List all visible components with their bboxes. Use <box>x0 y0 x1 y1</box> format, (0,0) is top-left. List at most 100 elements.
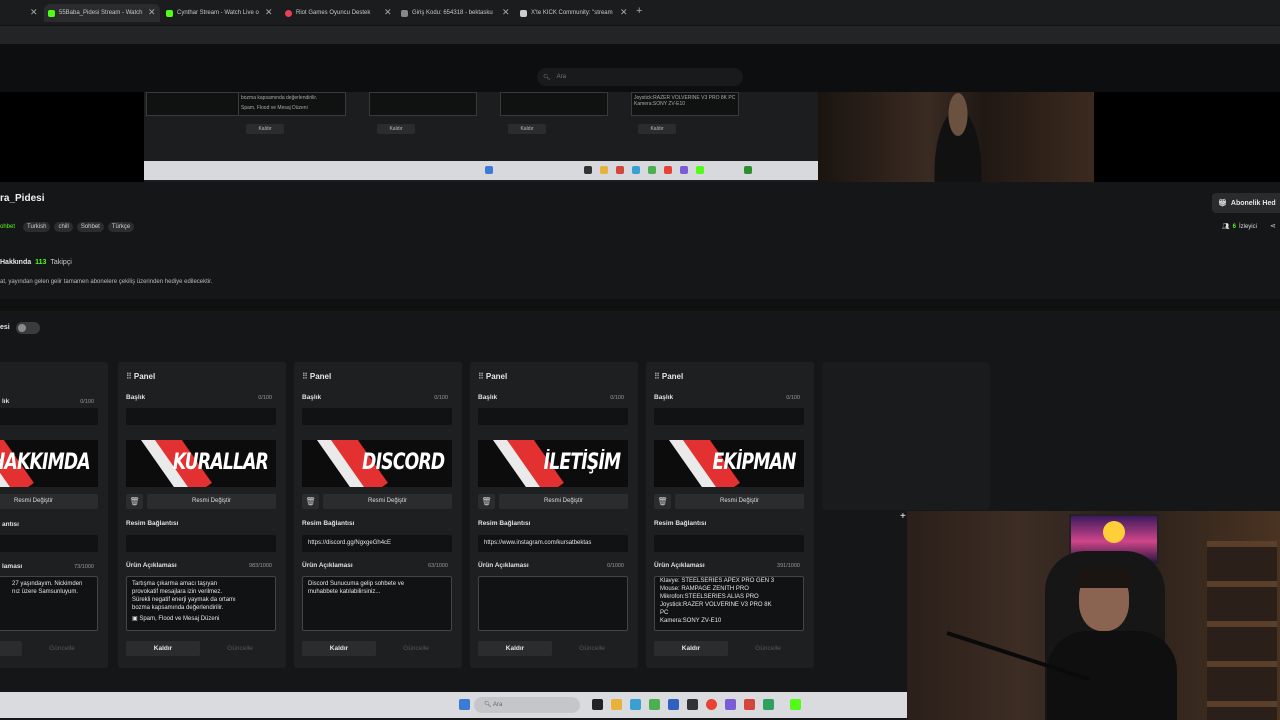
title-input[interactable] <box>654 408 804 425</box>
tag[interactable]: chill <box>54 222 73 232</box>
windows-start-icon[interactable] <box>459 699 470 710</box>
task-view-icon[interactable] <box>592 699 603 710</box>
close-tab-icon[interactable]: ✕ <box>620 7 628 18</box>
kick-icon[interactable] <box>790 699 801 710</box>
description-count: 983/1000 <box>249 563 272 569</box>
app-icon[interactable] <box>744 699 755 710</box>
close-tab-icon[interactable]: ✕ <box>265 7 273 18</box>
close-tab-icon[interactable]: ✕ <box>384 7 392 18</box>
share-icon[interactable]: ⋖ <box>1270 222 1276 230</box>
description-line: provokatif mesajlara izin verilmez. <box>132 589 223 595</box>
browser-tab-3[interactable]: Riot Games Oyuncu Destek <box>281 4 391 22</box>
trash-icon[interactable]: 🗑︎ <box>302 494 319 509</box>
image-link-input[interactable] <box>654 535 804 552</box>
change-image-button[interactable]: Resmi Değiştir <box>0 494 98 509</box>
browser-tab-2[interactable]: Cynthar Stream - Watch Live o <box>162 4 274 22</box>
taskbar-search-input[interactable]: 🔍︎ Ara <box>474 697 580 713</box>
captured-panel <box>500 92 608 116</box>
tag[interactable]: Türkçe <box>107 222 135 232</box>
drag-handle-icon[interactable]: ⠿ <box>302 372 308 381</box>
drag-handle-icon[interactable]: ⠿ <box>654 372 660 381</box>
channel-name[interactable]: ra_Pidesi <box>0 193 44 204</box>
description-textarea[interactable]: Discord Sunucuma gelip sohbete ve muhabb… <box>302 576 452 631</box>
image-link-label: antısı <box>2 521 19 528</box>
update-button[interactable]: Güncelle <box>26 641 98 656</box>
remove-button[interactable]: Kaldır <box>302 641 376 656</box>
tag[interactable]: Sohbet <box>76 222 104 232</box>
tag[interactable]: ohbet <box>0 222 19 232</box>
update-button[interactable]: Güncelle <box>380 641 452 656</box>
browser-tab-5[interactable]: X'te KICK Community: "stream <box>516 4 626 22</box>
drag-handle-icon[interactable]: ⠿ <box>478 372 484 381</box>
remove-button[interactable] <box>0 641 22 656</box>
edge-icon[interactable] <box>630 699 641 710</box>
add-panel-card[interactable] <box>822 362 990 510</box>
change-image-button[interactable]: Resmi Değiştir <box>675 494 804 509</box>
image-link-input[interactable] <box>126 535 276 552</box>
title-input[interactable] <box>126 408 276 425</box>
app-icon[interactable] <box>687 699 698 710</box>
app-icon[interactable] <box>649 699 660 710</box>
site-search-input[interactable]: 🔍︎ Ara <box>537 68 743 86</box>
stream-webcam-capture <box>818 92 1094 182</box>
remove-button[interactable]: Kaldır <box>654 641 728 656</box>
trash-icon[interactable]: 🗑︎ <box>478 494 495 509</box>
subscription-label: Abonelik Hed <box>1230 199 1276 207</box>
tab-title: Cynthar Stream - Watch Live o <box>177 10 259 16</box>
description-textarea[interactable]: Klavye: STEELSERIES APEX PRO GEN 3 Mouse… <box>654 576 804 631</box>
banner-text: EKİPMAN <box>712 450 797 475</box>
panel-title: Panel <box>133 372 156 381</box>
browser-tab-1[interactable]: 55Baba_Pidesi Stream - Watch <box>44 4 160 22</box>
trash-icon[interactable]: 🗑︎ <box>654 494 671 509</box>
captured-text: Kamera:SONY ZV-E10 <box>634 101 686 107</box>
image-link-input[interactable]: https://discord.gg/NgxgeGh4cE <box>302 535 452 552</box>
about-title: Hakkında <box>0 259 32 266</box>
chrome-icon[interactable] <box>706 699 717 710</box>
browser-tab-4[interactable]: Giriş Kodu: 654318 - bektasku <box>397 4 501 22</box>
image-link-input[interactable] <box>0 535 98 552</box>
description-line: ▣ Spam, Flood ve Mesaj Düzeni <box>132 616 220 622</box>
new-tab-button[interactable]: + <box>636 5 642 17</box>
title-input[interactable] <box>478 408 628 425</box>
update-button[interactable]: Güncelle <box>732 641 804 656</box>
close-tab-icon[interactable]: ✕ <box>502 7 510 18</box>
subscription-goal-button[interactable]: 🎁︎ Abonelik Hed <box>1212 193 1280 213</box>
description-textarea[interactable]: Tartışma çıkarma amacı taşıyan provokati… <box>126 576 276 631</box>
app-icon[interactable] <box>668 699 679 710</box>
trash-icon[interactable]: 🗑︎ <box>126 494 143 509</box>
address-bar[interactable] <box>0 26 1280 44</box>
update-button[interactable]: Güncelle <box>556 641 628 656</box>
description-textarea[interactable] <box>478 576 628 631</box>
change-image-button[interactable]: Resmi Değiştir <box>499 494 628 509</box>
change-image-button[interactable]: Resmi Değiştir <box>147 494 276 509</box>
panel-banner-image: HAKKIMDA <box>0 440 98 487</box>
app-icon[interactable] <box>763 699 774 710</box>
edit-panels-toggle[interactable] <box>16 322 40 334</box>
title-input[interactable] <box>0 408 98 425</box>
description-label: Ürün Açıklaması <box>302 562 353 569</box>
tag[interactable]: Turkish <box>23 222 51 232</box>
file-explorer-icon[interactable] <box>611 699 622 710</box>
close-tab-icon[interactable]: ✕ <box>30 7 38 18</box>
panel-banner-image: KURALLAR <box>126 440 276 487</box>
change-image-button[interactable]: Resmi Değiştir <box>323 494 452 509</box>
banner-text: DISCORD <box>361 450 445 475</box>
panel-header: ⠿ Panel <box>126 372 155 381</box>
webcam-overlay <box>907 511 1280 720</box>
title-input[interactable] <box>302 408 452 425</box>
discord-icon[interactable] <box>725 699 736 710</box>
drag-handle-icon[interactable]: ⠿ <box>126 372 132 381</box>
description-textarea[interactable]: 27 yaşındayım. Nickimden nız üzere Samsu… <box>0 576 98 631</box>
kick-favicon-icon <box>48 9 55 17</box>
image-link-input[interactable]: https://www.instagram.com/kursatbektas <box>478 535 628 552</box>
description-count: 391/1000 <box>777 563 800 569</box>
description-line: muhabbete katılabilirsiniz... <box>308 589 381 595</box>
background-shelf <box>1207 541 1277 720</box>
title-count: 0/100 <box>434 395 448 401</box>
windows-taskbar: 🔍︎ Ara <box>0 692 907 718</box>
close-tab-icon[interactable]: ✕ <box>148 7 156 18</box>
streamer-body <box>1047 631 1177 720</box>
remove-button[interactable]: Kaldır <box>478 641 552 656</box>
remove-button[interactable]: Kaldır <box>126 641 200 656</box>
update-button[interactable]: Güncelle <box>204 641 276 656</box>
